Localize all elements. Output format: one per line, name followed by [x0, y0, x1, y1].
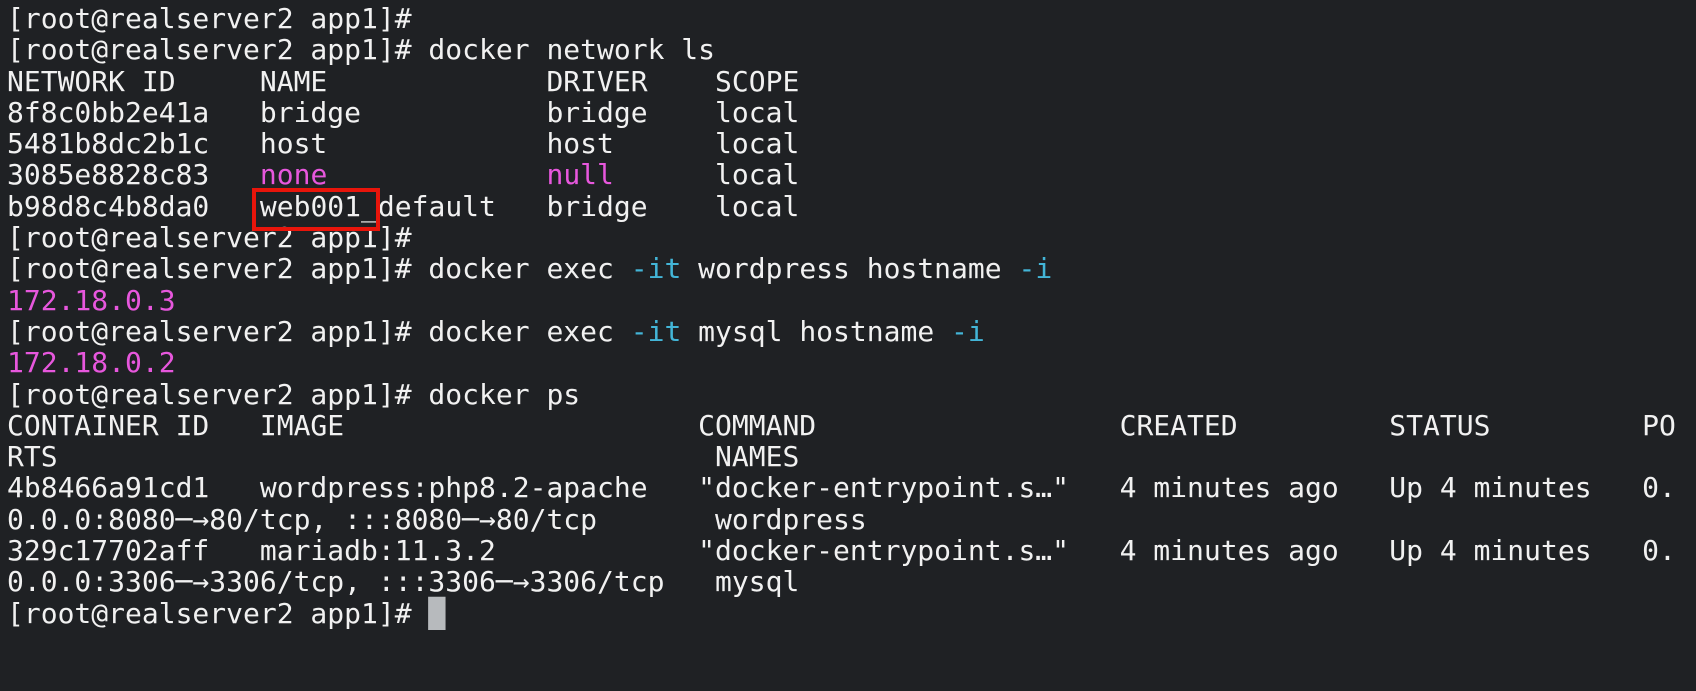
terminal-line: b98d8c4b8da0 web001_default bridge local	[7, 191, 1696, 222]
terminal-line: [root@realserver2 app1]#	[7, 3, 1696, 34]
terminal-text: NETWORK ID NAME DRIVER SCOPE	[7, 65, 799, 98]
terminal-line: 8f8c0bb2e41a bridge bridge local	[7, 97, 1696, 128]
terminal-text: [root@realserver2 app1]# docker exec	[7, 315, 631, 348]
terminal-text: 5481b8dc2b1c host host local	[7, 127, 799, 160]
terminal-text: 329c17702aff mariadb:11.3.2 "docker-entr…	[7, 534, 1676, 567]
terminal-line: 0.0.0:8080─→80/tcp, :::8080─→80/tcp word…	[7, 504, 1696, 535]
terminal-text: 172.18.0.2	[7, 346, 176, 379]
terminal-text: default bridge local	[378, 190, 799, 223]
terminal-text: [root@realserver2 app1]# docker exec	[7, 252, 631, 285]
terminal-text: mysql hostname	[681, 315, 951, 348]
terminal-text: wordpress hostname	[681, 252, 1018, 285]
terminal-text: [root@realserver2 app1]# docker ps	[7, 378, 580, 411]
cursor: █	[428, 597, 445, 630]
terminal-text: [root@realserver2 app1]# docker network …	[7, 33, 715, 66]
terminal-text: none	[260, 158, 327, 191]
terminal-line: [root@realserver2 app1]# █	[7, 598, 1696, 629]
highlight-box: web001_	[260, 190, 378, 223]
terminal-text: RTS NAMES	[7, 440, 799, 473]
terminal-line: 3085e8828c83 none null local	[7, 159, 1696, 190]
terminal-text: 172.18.0.3	[7, 284, 176, 317]
terminal-line: RTS NAMES	[7, 441, 1696, 472]
terminal-text: -it	[631, 315, 682, 348]
terminal-line: 4b8466a91cd1 wordpress:php8.2-apache "do…	[7, 472, 1696, 503]
terminal-text: 4b8466a91cd1 wordpress:php8.2-apache "do…	[7, 471, 1676, 504]
terminal-text: -i	[1018, 252, 1052, 285]
terminal-output[interactable]: [root@realserver2 app1]#[root@realserver…	[0, 0, 1696, 691]
terminal-line: 329c17702aff mariadb:11.3.2 "docker-entr…	[7, 535, 1696, 566]
terminal-text: local	[614, 158, 799, 191]
terminal-text: 8f8c0bb2e41a bridge bridge local	[7, 96, 799, 129]
terminal-line: [root@realserver2 app1]# docker ps	[7, 379, 1696, 410]
terminal-text: 3085e8828c83	[7, 158, 260, 191]
terminal-line: [root@realserver2 app1]# docker network …	[7, 34, 1696, 65]
terminal-text: [root@realserver2 app1]#	[7, 221, 412, 254]
terminal-text: [root@realserver2 app1]#	[7, 597, 428, 630]
terminal-text: null	[546, 158, 613, 191]
terminal-line: 172.18.0.3	[7, 285, 1696, 316]
terminal-line: 0.0.0:3306─→3306/tcp, :::3306─→3306/tcp …	[7, 566, 1696, 597]
terminal-line: CONTAINER ID IMAGE COMMAND CREATED STATU…	[7, 410, 1696, 441]
terminal-text: b98d8c4b8da0	[7, 190, 260, 223]
terminal-text: -it	[631, 252, 682, 285]
terminal-line: [root@realserver2 app1]#	[7, 222, 1696, 253]
terminal-text: 0.0.0:3306─→3306/tcp, :::3306─→3306/tcp …	[7, 565, 799, 598]
terminal-line: 172.18.0.2	[7, 347, 1696, 378]
terminal-line: 5481b8dc2b1c host host local	[7, 128, 1696, 159]
terminal-text: 0.0.0:8080─→80/tcp, :::8080─→80/tcp word…	[7, 503, 867, 536]
terminal-line: [root@realserver2 app1]# docker exec -it…	[7, 316, 1696, 347]
terminal-text: -i	[951, 315, 985, 348]
terminal-text	[327, 158, 546, 191]
terminal-line: NETWORK ID NAME DRIVER SCOPE	[7, 66, 1696, 97]
terminal-line: [root@realserver2 app1]# docker exec -it…	[7, 253, 1696, 284]
terminal-text: CONTAINER ID IMAGE COMMAND CREATED STATU…	[7, 409, 1676, 442]
terminal-text: [root@realserver2 app1]#	[7, 2, 412, 35]
